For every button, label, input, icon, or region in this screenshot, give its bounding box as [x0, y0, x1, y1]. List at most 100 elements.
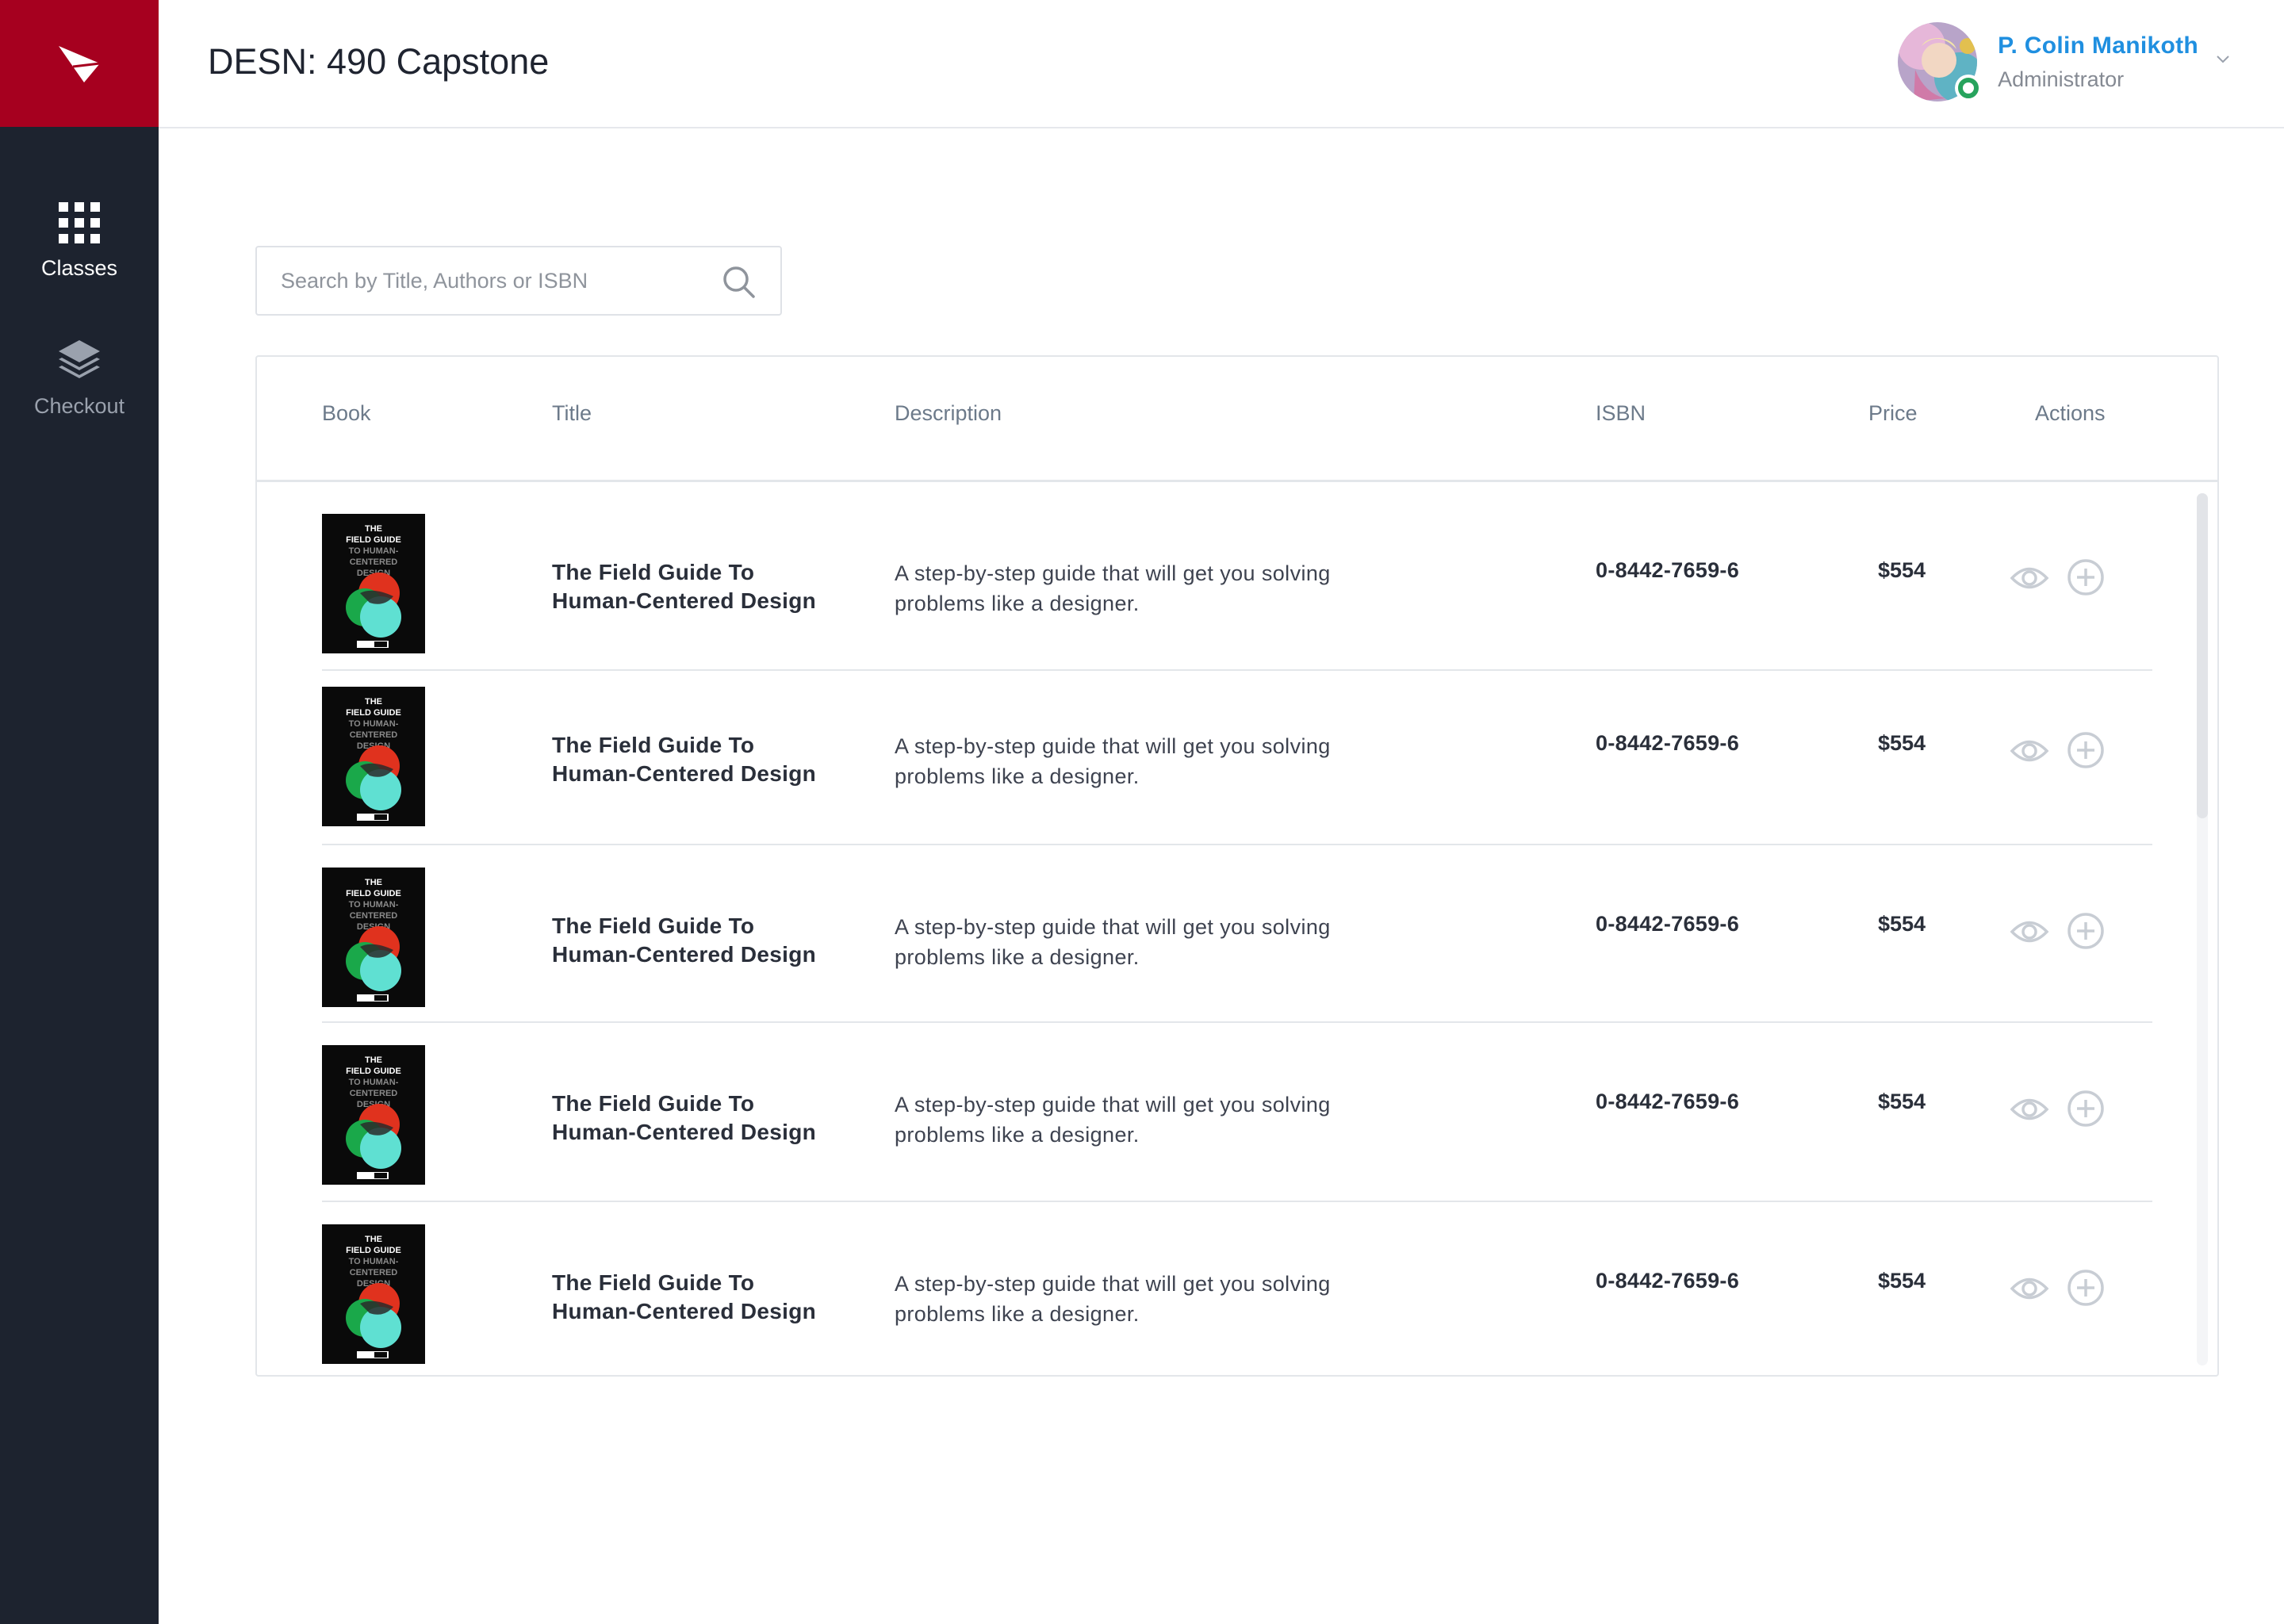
paper-plane-icon: [59, 46, 101, 82]
top-header: DESN: 490 Capstone P. Colin Manikoth Adm…: [159, 0, 2284, 128]
column-header-description: Description: [895, 401, 1002, 425]
user-role: Administrator: [1998, 67, 2125, 91]
book-isbn: 0-8442-7659-6: [1596, 1090, 1740, 1113]
svg-text:TO HUMAN-: TO HUMAN-: [349, 546, 399, 556]
chevron-down-icon: [2217, 56, 2229, 63]
book-title-line: The Field Guide To: [552, 1270, 755, 1295]
page-title: DESN: 490 Capstone: [208, 41, 550, 82]
book-isbn: 0-8442-7659-6: [1596, 731, 1740, 755]
book-title-line: The Field Guide To: [552, 733, 755, 757]
plus-circle-icon: [2067, 1270, 2105, 1310]
sidebar-item-label: Checkout: [33, 393, 125, 418]
table-row: THEFIELD GUIDETO HUMAN-CENTEREDDESIGNThe…: [322, 665, 2152, 845]
books-table: Book Title Description ISBN Price Action…: [255, 355, 2219, 1377]
book-price: $554: [1878, 912, 1926, 936]
book-title-line: Human-Centered Design: [552, 761, 817, 786]
add-book-button[interactable]: [2067, 912, 2105, 954]
book-cover-image: THEFIELD GUIDETO HUMAN-CENTEREDDESIGN: [322, 1045, 425, 1185]
svg-text:FIELD GUIDE: FIELD GUIDE: [346, 708, 401, 718]
sidebar-item-classes[interactable]: Classes: [0, 173, 159, 309]
table-row: THEFIELD GUIDETO HUMAN-CENTEREDDESIGNThe…: [322, 845, 2152, 1023]
book-cover-image: THEFIELD GUIDETO HUMAN-CENTEREDDESIGN: [322, 1224, 425, 1364]
svg-text:FIELD GUIDE: FIELD GUIDE: [346, 889, 401, 898]
app-logo[interactable]: [0, 0, 159, 127]
view-book-button[interactable]: [2010, 731, 2049, 775]
book-title: The Field Guide To Human-Centered Design: [552, 912, 853, 969]
app-root: Classes Checkout DESN: 490 Capstone P. C…: [0, 0, 2284, 1624]
table-header: Book Title Description ISBN Price Action…: [257, 357, 2217, 482]
book-title-line: The Field Guide To: [552, 1091, 755, 1116]
add-book-button[interactable]: [2067, 1090, 2105, 1132]
svg-text:TO HUMAN-: TO HUMAN-: [349, 1078, 399, 1087]
eye-icon: [2010, 1098, 2049, 1132]
book-title: The Field Guide To Human-Centered Design: [552, 1269, 853, 1326]
search-icon[interactable]: [722, 265, 757, 300]
scrollbar-thumb[interactable]: [2197, 493, 2208, 818]
book-isbn: 0-8442-7659-6: [1596, 912, 1740, 936]
user-info: P. Colin Manikoth Administrator: [1998, 33, 2198, 92]
add-book-button[interactable]: [2067, 558, 2105, 600]
sidebar-item-checkout[interactable]: Checkout: [0, 309, 159, 446]
plus-circle-icon: [2067, 913, 2105, 953]
book-title-line: Human-Centered Design: [552, 1120, 817, 1144]
book-description: A step-by-step guide that will get you s…: [895, 1090, 1402, 1150]
book-title-line: The Field Guide To: [552, 560, 755, 584]
book-price: $554: [1878, 558, 1926, 582]
view-book-button[interactable]: [2010, 1269, 2049, 1312]
svg-text:TO HUMAN-: TO HUMAN-: [349, 1257, 399, 1266]
book-price: $554: [1878, 1269, 1926, 1293]
avatar-wrapper: [1898, 22, 1983, 102]
svg-text:THE: THE: [365, 697, 382, 707]
book-title: The Field Guide To Human-Centered Design: [552, 731, 853, 788]
book-isbn: 0-8442-7659-6: [1596, 1269, 1740, 1293]
book-description-line: A step-by-step guide that will get you s…: [895, 1093, 1331, 1116]
user-menu[interactable]: P. Colin Manikoth Administrator: [1898, 22, 2230, 102]
sidebar: Classes Checkout: [0, 0, 159, 1624]
table-row: THEFIELD GUIDETO HUMAN-CENTEREDDESIGN The…: [322, 1023, 2152, 1202]
svg-text:CENTERED: CENTERED: [350, 730, 398, 740]
svg-text:CENTERED: CENTERED: [350, 911, 398, 921]
layers-icon: [59, 339, 100, 378]
view-book-button[interactable]: [2010, 558, 2049, 602]
svg-text:CENTERED: CENTERED: [350, 557, 398, 567]
svg-text:FIELD GUIDE: FIELD GUIDE: [346, 1246, 401, 1255]
search-input[interactable]: [281, 247, 725, 314]
column-header-actions: Actions: [2035, 401, 2106, 425]
plus-circle-icon: [2067, 1090, 2105, 1131]
grid-icon: [59, 201, 100, 243]
svg-text:TO HUMAN-: TO HUMAN-: [349, 900, 399, 910]
svg-text:THE: THE: [365, 878, 382, 887]
book-description-line: A step-by-step guide that will get you s…: [895, 734, 1331, 758]
book-description-line: problems like a designer.: [895, 1302, 1140, 1326]
book-title: The Field Guide To Human-Centered Design: [552, 558, 853, 615]
table-row: THEFIELD GUIDETO HUMAN-CENTEREDDESIGNThe…: [322, 1202, 2152, 1375]
plus-circle-icon: [2067, 559, 2105, 599]
book-description-line: A step-by-step guide that will get you s…: [895, 561, 1331, 585]
book-price: $554: [1878, 1090, 1926, 1113]
table-scrollbar[interactable]: [2197, 493, 2208, 1365]
plus-circle-icon: [2067, 732, 2105, 772]
book-description-line: problems like a designer.: [895, 764, 1140, 788]
search-box: [255, 246, 782, 316]
online-status-indicator: [1955, 75, 1983, 102]
book-title-line: Human-Centered Design: [552, 588, 817, 613]
eye-icon: [2010, 740, 2049, 774]
table-row: THEFIELD GUIDETO HUMAN-CENTEREDDESIGNThe…: [322, 492, 2152, 671]
book-description-line: A step-by-step guide that will get you s…: [895, 915, 1331, 939]
view-book-button[interactable]: [2010, 1090, 2049, 1133]
book-isbn: 0-8442-7659-6: [1596, 558, 1740, 582]
book-description-line: problems like a designer.: [895, 1123, 1140, 1147]
svg-text:THE: THE: [365, 1055, 382, 1065]
svg-text:THE: THE: [365, 1235, 382, 1244]
book-description: A step-by-step guide that will get you s…: [895, 731, 1402, 791]
book-title: The Field Guide To Human-Centered Design: [552, 1090, 853, 1147]
user-name: P. Colin Manikoth: [1998, 32, 2198, 59]
column-header-title: Title: [552, 401, 592, 425]
add-book-button[interactable]: [2067, 1269, 2105, 1311]
book-title-line: Human-Centered Design: [552, 942, 817, 967]
column-header-price: Price: [1868, 401, 1918, 425]
view-book-button[interactable]: [2010, 912, 2049, 956]
book-description-line: A step-by-step guide that will get you s…: [895, 1272, 1331, 1296]
column-header-isbn: ISBN: [1596, 401, 1646, 425]
add-book-button[interactable]: [2067, 731, 2105, 773]
